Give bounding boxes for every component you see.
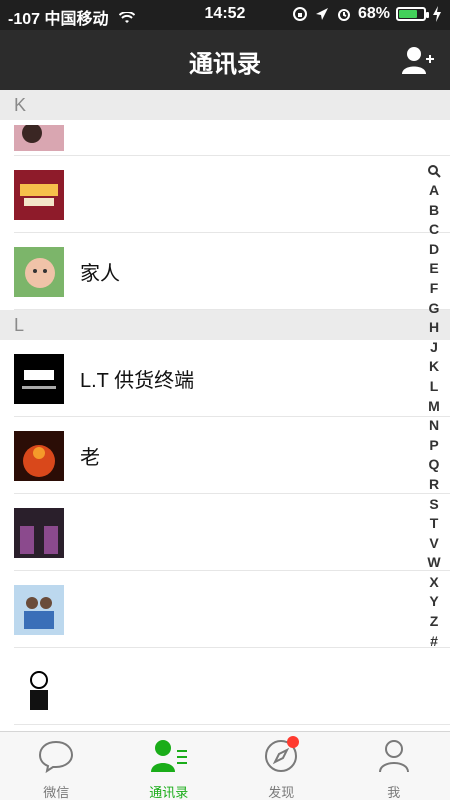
index-search-icon[interactable]: [427, 164, 441, 178]
index-letter[interactable]: E: [424, 259, 444, 279]
notification-badge: [287, 736, 299, 748]
index-letter[interactable]: P: [424, 436, 444, 456]
index-letter[interactable]: M: [424, 397, 444, 417]
contact-avatar: [14, 354, 64, 404]
profile-icon: [376, 738, 412, 774]
contact-row[interactable]: 家人: [0, 233, 450, 310]
tab-label: 我: [338, 782, 450, 801]
index-letter[interactable]: S: [424, 495, 444, 515]
contact-name: L.T 供货终端: [80, 364, 194, 393]
tab-label: 微信: [0, 782, 113, 801]
tab-chats[interactable]: 微信: [0, 732, 113, 800]
index-letter[interactable]: A: [424, 181, 444, 201]
contact-row[interactable]: [0, 120, 450, 156]
index-letter[interactable]: R: [424, 475, 444, 495]
contact-name: 老: [80, 441, 100, 470]
contact-avatar: [14, 170, 64, 220]
index-letter[interactable]: Q: [424, 455, 444, 475]
contact-avatar: [14, 247, 64, 297]
status-bar: -107 中国移动 14:52 68%: [0, 0, 450, 30]
tab-discover[interactable]: 发现: [225, 732, 338, 800]
battery-percent: 68%: [358, 5, 390, 23]
index-letter[interactable]: X: [424, 573, 444, 593]
contact-row[interactable]: [0, 494, 450, 571]
index-letter[interactable]: L: [424, 377, 444, 397]
index-letter[interactable]: K: [424, 357, 444, 377]
contact-row[interactable]: L.T 供货终端: [0, 340, 450, 417]
tab-label: 发现: [225, 782, 338, 801]
index-letter[interactable]: Z: [424, 612, 444, 632]
tab-contacts[interactable]: 通讯录: [113, 732, 226, 800]
index-letter[interactable]: W: [424, 553, 444, 573]
index-letter[interactable]: H: [424, 318, 444, 338]
index-letter[interactable]: D: [424, 240, 444, 260]
navigation-bar: 通讯录: [0, 30, 450, 90]
contacts-list[interactable]: K 家人 L L.T 供货终端: [0, 90, 450, 732]
index-letter[interactable]: B: [424, 201, 444, 221]
index-letter[interactable]: C: [424, 220, 444, 240]
index-letter[interactable]: T: [424, 514, 444, 534]
alarm-icon: [336, 6, 352, 22]
contact-avatar: [14, 431, 64, 481]
contact-row[interactable]: [0, 156, 450, 233]
chat-bubble-icon: [37, 738, 75, 774]
contacts-icon: [149, 738, 189, 774]
add-contact-icon[interactable]: [400, 44, 436, 76]
contact-row[interactable]: [0, 571, 450, 648]
index-letter[interactable]: N: [424, 416, 444, 436]
index-letter[interactable]: J: [424, 338, 444, 358]
tab-bar: 微信 通讯录 发现 我: [0, 731, 450, 800]
page-title: 通讯录: [0, 44, 450, 79]
tab-label: 通讯录: [113, 782, 226, 801]
section-header-l: L: [0, 310, 450, 340]
contact-avatar: [14, 508, 64, 558]
index-letter[interactable]: F: [424, 279, 444, 299]
contact-row[interactable]: 老: [0, 417, 450, 494]
status-right: 68%: [292, 5, 442, 23]
location-icon: [314, 6, 330, 22]
contact-avatar: [14, 585, 64, 635]
charging-bolt-icon: [432, 6, 442, 22]
tab-me[interactable]: 我: [338, 732, 450, 800]
rotation-lock-icon: [292, 6, 308, 22]
contact-avatar: [14, 662, 64, 712]
alphabet-index[interactable]: A B C D E F G H J K L M N P Q R S T V W …: [424, 164, 444, 651]
index-letter[interactable]: #: [424, 632, 444, 652]
index-letter[interactable]: G: [424, 299, 444, 319]
contact-name: 家人: [80, 257, 120, 286]
index-letter[interactable]: Y: [424, 592, 444, 612]
contact-avatar: [14, 125, 64, 151]
battery-icon: [396, 7, 426, 21]
battery-fill: [399, 10, 417, 18]
index-letter[interactable]: V: [424, 534, 444, 554]
section-header-k: K: [0, 90, 450, 120]
contact-row[interactable]: [0, 648, 450, 725]
